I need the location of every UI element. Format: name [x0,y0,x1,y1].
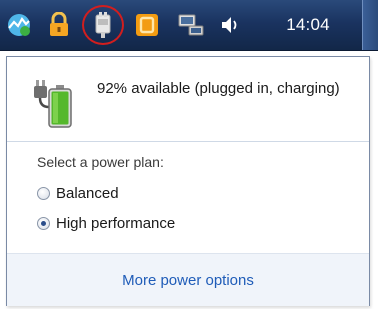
highlight-circle [82,5,124,45]
volume-icon[interactable] [212,8,246,42]
notification-area: 14:04 [0,0,362,50]
battery-charging-icon [33,77,75,129]
orange-app-icon[interactable] [130,8,164,42]
lock-icon[interactable] [42,8,76,42]
plan-label-high-performance: High performance [56,214,176,232]
radio-balanced[interactable] [37,186,50,200]
screenshot-root: 14:04 92% available (plugged in, chargin… [0,0,378,309]
taskbar: 14:04 [0,0,378,51]
clock[interactable]: 14:04 [276,0,340,50]
plan-prompt: Select a power plan: [37,154,164,170]
flyout-footer: More power options [7,253,369,306]
network-activity-icon[interactable] [2,8,36,42]
network-wired-icon[interactable] [174,8,208,42]
power-flyout: 92% available (plugged in, charging) Sel… [6,56,370,306]
power-plan-section: Select a power plan: Balanced High perfo… [7,142,369,252]
plan-option-balanced[interactable]: Balanced [37,182,119,204]
battery-status-row: 92% available (plugged in, charging) [7,57,369,143]
battery-status-text: 92% available (plugged in, charging) [97,80,340,97]
radio-high-performance[interactable] [37,216,50,230]
more-power-options-link[interactable]: More power options [122,272,254,289]
plan-label-balanced: Balanced [56,184,119,202]
plan-option-high-performance[interactable]: High performance [37,212,175,234]
show-desktop-button[interactable] [362,0,378,50]
